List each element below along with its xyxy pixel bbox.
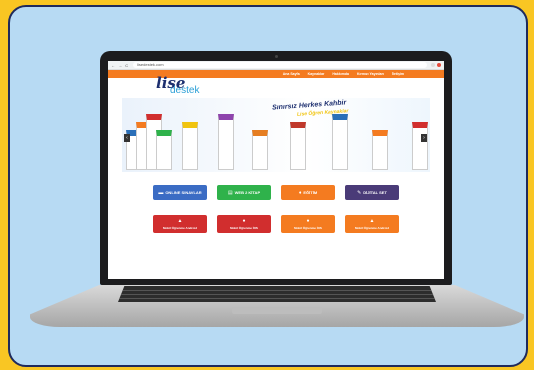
banner-prev-button[interactable]: ‹ — [124, 134, 130, 142]
logo-destek[interactable]: destek — [170, 85, 199, 96]
book-cover — [182, 122, 198, 170]
book-cover — [412, 122, 428, 170]
primary-buttons: ▬ ONLINE SINAVLAR ▤ WEB 2 KİTAP ♦ EĞİTİM ✎ DİJİ… — [108, 185, 444, 200]
app-store-icon: ▲ — [369, 218, 375, 224]
app-store-icon: ● — [242, 218, 246, 224]
camera-icon — [275, 55, 278, 58]
book-cover — [332, 114, 348, 170]
menu-item-0[interactable]: Ana Sayfa — [283, 72, 300, 76]
hero-banner: Sınırsız Herkes Kahbir Lise Öğren Kaynak… — [122, 98, 430, 172]
button-label: EĞİTİM — [303, 190, 318, 195]
banner-next-button[interactable]: › — [421, 134, 427, 142]
mobile-button-3[interactable]: ▲ Mobil Öğrenme Android — [345, 215, 399, 233]
trackpad — [232, 307, 322, 314]
browser-toolbar: ← → C lisedestek.com — [108, 61, 444, 70]
book-cover — [156, 130, 172, 170]
laptop-screen-bezel: ← → C lisedestek.com Ana Sayfa Kaynaklar H… — [100, 51, 452, 285]
mobile-app-buttons: ▲ Mobil Öğrenme Android ● Mobil Öğrenme İOS… — [108, 215, 444, 233]
mobile-button-0[interactable]: ▲ Mobil Öğrenme Android — [153, 215, 207, 233]
mobile-button-1[interactable]: ● Mobil Öğrenme İOS — [217, 215, 271, 233]
book-cover — [290, 122, 306, 170]
profile-icon[interactable] — [437, 63, 441, 67]
button-icon: ▬ — [158, 189, 164, 196]
button-label: ONLINE SINAVLAR — [165, 190, 202, 195]
frame-card: ← → C lisedestek.com Ana Sayfa Kaynaklar H… — [8, 5, 528, 367]
main-button-2[interactable]: ♦ EĞİTİM — [281, 185, 335, 200]
book-cover — [252, 130, 268, 170]
extension-icon[interactable] — [431, 63, 435, 67]
app-store-icon: ▲ — [177, 218, 183, 224]
button-label: Mobil Öğrenme Android — [354, 226, 390, 230]
button-icon: ▤ — [227, 189, 233, 196]
site-header: lise destek — [108, 74, 444, 98]
book-cover — [218, 114, 234, 170]
button-icon: ♦ — [298, 189, 302, 196]
button-label: DİJİTAL SET — [363, 190, 387, 195]
book-covers — [122, 106, 430, 170]
main-button-1[interactable]: ▤ WEB 2 KİTAP — [217, 185, 271, 200]
button-label: Mobil Öğrenme Android — [162, 226, 198, 230]
app-store-icon: ● — [306, 218, 310, 224]
menu-item-2[interactable]: Hakkımda — [332, 72, 349, 76]
keyboard — [118, 286, 436, 302]
button-label: Mobil Öğrenme İOS — [294, 226, 322, 230]
button-label: Mobil Öğrenme İOS — [230, 226, 258, 230]
browser-screen: ← → C lisedestek.com Ana Sayfa Kaynaklar H… — [108, 61, 444, 279]
book-cover — [372, 130, 388, 170]
address-bar[interactable]: lisedestek.com — [133, 62, 427, 68]
mobile-button-2[interactable]: ● Mobil Öğrenme İOS — [281, 215, 335, 233]
menu-item-4[interactable]: İletişim — [392, 72, 404, 76]
main-button-3[interactable]: ✎ DİJİTAL SET — [345, 185, 399, 200]
browser-nav-buttons[interactable]: ← → C — [111, 63, 129, 68]
menu-item-1[interactable]: Kaynaklar — [308, 72, 325, 76]
main-button-0[interactable]: ▬ ONLINE SINAVLAR — [153, 185, 207, 200]
button-label: WEB 2 KİTAP — [234, 190, 261, 195]
menu-item-3[interactable]: Kırmızı Yayınları — [357, 72, 384, 76]
button-icon: ✎ — [357, 189, 362, 196]
